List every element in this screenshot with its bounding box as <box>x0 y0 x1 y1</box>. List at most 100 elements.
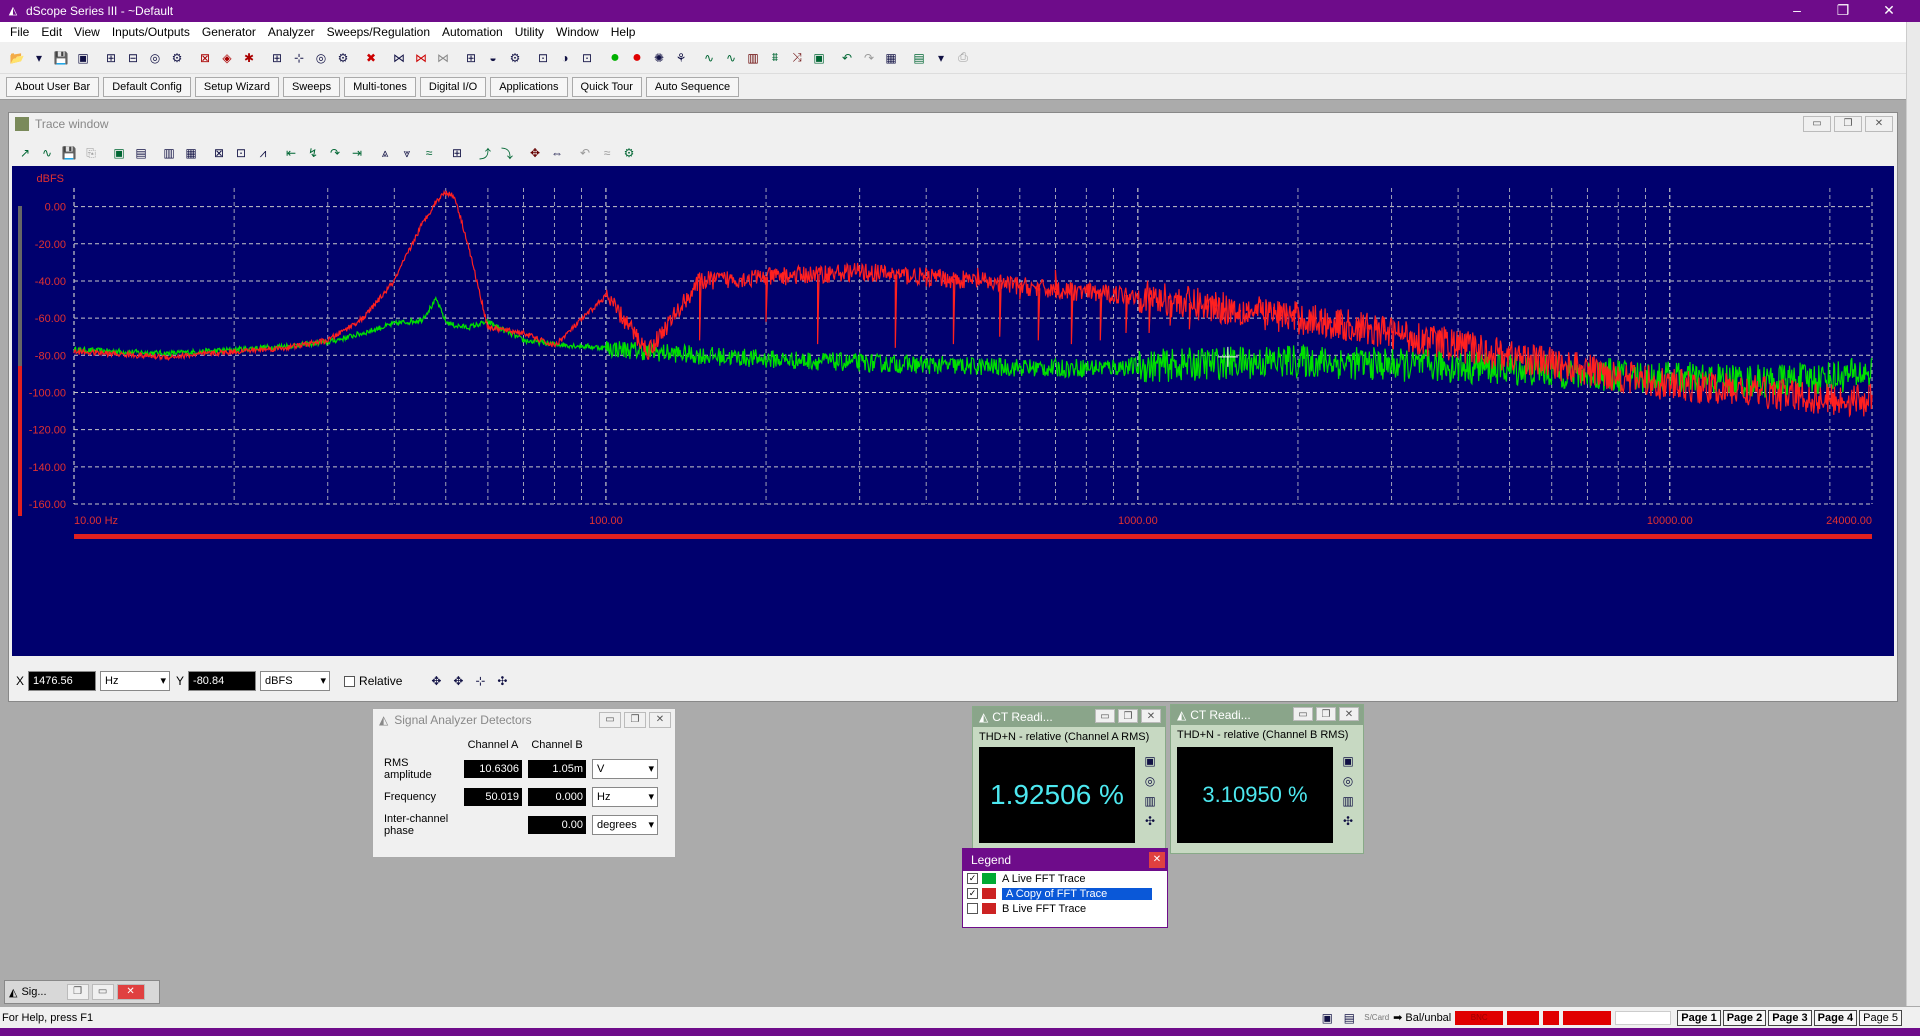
trace-close-button[interactable]: ✕ <box>1865 116 1893 132</box>
dropdown-icon[interactable]: ▾ <box>29 48 49 68</box>
record-icon[interactable]: ● <box>627 48 647 68</box>
wave-b-icon[interactable]: ∿ <box>721 48 741 68</box>
ct-b-chart-icon[interactable]: ▥ <box>1338 791 1358 811</box>
cursor-link-icon[interactable]: ✣ <box>492 671 512 691</box>
menu-sweeps[interactable]: Sweeps/Regulation <box>321 25 436 39</box>
scale-c-icon[interactable]: ≈ <box>419 143 439 163</box>
input-settings-icon[interactable]: ⊹ <box>289 48 309 68</box>
cursor-peak-icon[interactable]: ↯ <box>303 143 323 163</box>
undo-zoom-icon[interactable]: ↶ <box>575 143 595 163</box>
menu-automation[interactable]: Automation <box>436 25 509 39</box>
save-all-icon[interactable]: ▣ <box>73 48 93 68</box>
detectors-restore-button[interactable]: ❐ <box>624 712 646 728</box>
ct-b-close-button[interactable]: ✕ <box>1339 707 1359 721</box>
output-icon[interactable]: ⊞ <box>101 48 121 68</box>
cursor-icon[interactable]: ⤨ <box>787 48 807 68</box>
applications-button[interactable]: Applications <box>490 76 568 97</box>
legend-checkbox[interactable] <box>967 903 978 914</box>
ct-a-close-button[interactable]: ✕ <box>1141 709 1161 723</box>
display-icon[interactable]: ▣ <box>809 48 829 68</box>
legend-item[interactable]: ✓ A Copy of FFT Trace <box>963 886 1167 901</box>
wave-a-icon[interactable]: ∿ <box>699 48 719 68</box>
page-3-tab[interactable]: Page 3 <box>1768 1009 1812 1026</box>
trace-window-titlebar[interactable]: Trace window <box>9 113 1897 135</box>
ct-a-minimize-button[interactable]: ▭ <box>1095 709 1115 723</box>
print-icon[interactable]: ⎙ <box>953 48 973 68</box>
page-2-tab[interactable]: Page 2 <box>1722 1009 1767 1026</box>
analyzer-a-icon[interactable]: ⋈ <box>389 48 409 68</box>
page-4-tab[interactable]: Page 4 <box>1813 1009 1858 1026</box>
minimized-window[interactable]: ◭ Sig... ❐ ▭ ✕ <box>4 980 160 1004</box>
legend-item[interactable]: ✓ A Live FFT Trace <box>963 871 1167 886</box>
quick-tour-button[interactable]: Quick Tour <box>571 76 642 97</box>
output-off-icon[interactable]: ✱ <box>239 48 259 68</box>
meter-icon[interactable]: ⚙ <box>505 48 525 68</box>
autoscale-icon[interactable]: ⊞ <box>447 143 467 163</box>
zoom-y-icon[interactable]: ⩘ <box>253 143 273 163</box>
x-unit-select[interactable]: Hz <box>100 671 171 691</box>
trace-image-icon[interactable]: ▣ <box>109 143 129 163</box>
legend-checkbox[interactable]: ✓ <box>967 888 978 899</box>
ct-a-link-icon[interactable]: ✣ <box>1140 811 1160 831</box>
cursor-peak-find-icon[interactable]: ⊹ <box>470 671 490 691</box>
trace-grid-icon[interactable]: ▦ <box>181 143 201 163</box>
output-config-icon[interactable]: ⚙ <box>167 48 187 68</box>
trace-minimize-button[interactable]: ▭ <box>1803 116 1831 132</box>
ct-b-restore-button[interactable]: ❐ <box>1316 707 1336 721</box>
detectors-minimize-button[interactable]: ▭ <box>599 712 621 728</box>
multi-tones-button[interactable]: Multi-tones <box>344 76 416 97</box>
relative-checkbox[interactable] <box>344 675 356 687</box>
marker-a-icon[interactable]: ⤴ <box>475 143 495 163</box>
scale-a-icon[interactable]: ⩓ <box>375 143 395 163</box>
menu-inputs-outputs[interactable]: Inputs/Outputs <box>106 25 196 39</box>
ct-a-scale-icon[interactable]: ▣ <box>1140 751 1160 771</box>
grid-icon[interactable]: ▦ <box>881 48 901 68</box>
menu-help[interactable]: Help <box>605 25 642 39</box>
settings-icon[interactable]: ⚙ <box>619 143 639 163</box>
cursor-right-icon[interactable]: ⇥ <box>347 143 367 163</box>
ct-a-chart-icon[interactable]: ▥ <box>1140 791 1160 811</box>
about-user-bar-button[interactable]: About User Bar <box>6 76 100 97</box>
y-value-field[interactable]: -80.84 <box>188 671 257 691</box>
undo-icon[interactable]: ↶ <box>837 48 857 68</box>
fft-plot-area[interactable]: 0.00 -20.00 -40.00 -60.00 -80.00 -100.00 -120.… <box>12 166 1894 656</box>
input-config-icon[interactable]: ⚙ <box>333 48 353 68</box>
scope-icon[interactable]: ⊞ <box>461 48 481 68</box>
levels-icon[interactable]: ⩩ <box>765 48 785 68</box>
close-button[interactable]: ✕ <box>1866 0 1912 22</box>
trace-copy-icon[interactable]: ⎘ <box>81 143 101 163</box>
minimized-restore-button[interactable]: ❐ <box>66 984 89 1000</box>
vertical-scrollbar[interactable] <box>1906 22 1920 1022</box>
pan-icon[interactable]: ⇔ <box>547 143 567 163</box>
scale-b-icon[interactable]: ⩔ <box>397 143 417 163</box>
phase-unit-select[interactable]: degrees <box>592 815 658 835</box>
move-icon[interactable]: ✥ <box>525 143 545 163</box>
trigger-c-icon[interactable]: ⊡ <box>577 48 597 68</box>
menu-generator[interactable]: Generator <box>196 25 262 39</box>
minimized-maximize-button[interactable]: ▭ <box>91 984 114 1000</box>
save-icon[interactable]: 💾 <box>51 48 71 68</box>
open-icon[interactable]: 📂 <box>7 48 27 68</box>
menu-view[interactable]: View <box>68 25 106 39</box>
output-a-icon[interactable]: ⊠ <box>195 48 215 68</box>
fft-icon[interactable]: ◒ <box>483 48 503 68</box>
trace-save-icon[interactable]: 💾 <box>59 143 79 163</box>
trigger-b-icon[interactable]: ◑ <box>555 48 575 68</box>
sweeps-button[interactable]: Sweeps <box>282 76 341 97</box>
cursor-left-icon[interactable]: ⇤ <box>281 143 301 163</box>
digital-io-button[interactable]: Digital I/O <box>419 76 487 97</box>
default-config-button[interactable]: Default Config <box>103 76 191 97</box>
analyzer-b-icon[interactable]: ⋈ <box>411 48 431 68</box>
auto-sequence-button[interactable]: Auto Sequence <box>645 76 740 97</box>
redo-zoom-icon[interactable]: ≈ <box>597 143 617 163</box>
output-b-icon[interactable]: ◈ <box>217 48 237 68</box>
ct-a-restore-button[interactable]: ❐ <box>1118 709 1138 723</box>
report-icon[interactable]: ▤ <box>909 48 929 68</box>
x-value-field[interactable]: 1476.56 <box>28 671 97 691</box>
ct-b-link-icon[interactable]: ✣ <box>1338 811 1358 831</box>
page-1-tab[interactable]: Page 1 <box>1677 1009 1721 1026</box>
input-off-icon[interactable]: ✖ <box>361 48 381 68</box>
trigger-icon[interactable]: ⊡ <box>533 48 553 68</box>
page-5-tab[interactable]: Page 5 <box>1859 1009 1902 1026</box>
trace-chart-icon[interactable]: ▥ <box>159 143 179 163</box>
